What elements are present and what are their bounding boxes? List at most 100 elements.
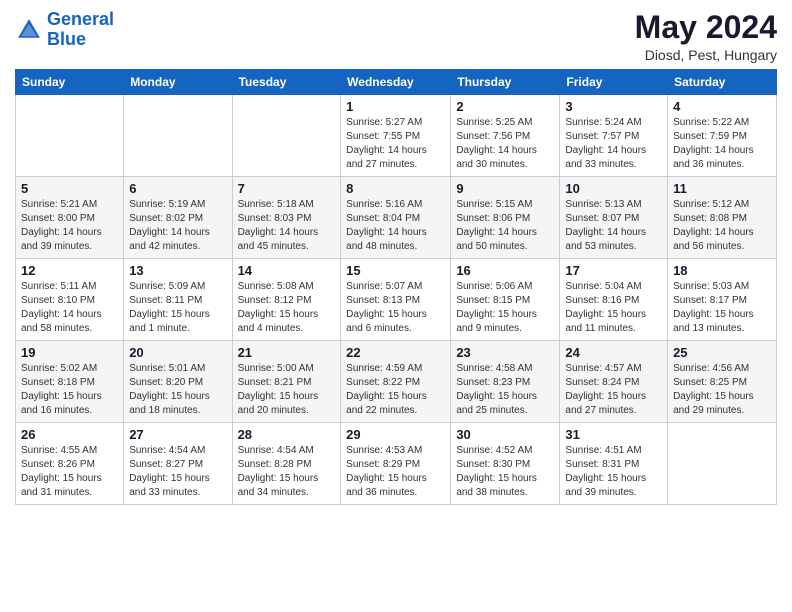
day-info: Sunrise: 5:15 AM Sunset: 8:06 PM Dayligh… <box>456 198 554 254</box>
day-number: 2 <box>456 99 554 114</box>
day-cell: 28 Sunrise: 4:54 AM Sunset: 8:28 PM Dayli… <box>232 423 341 505</box>
day-info: Sunrise: 5:08 AM Sunset: 8:12 PM Dayligh… <box>238 280 336 336</box>
logo-line1: General <box>47 9 114 29</box>
day-cell: 19 Sunrise: 5:02 AM Sunset: 8:18 PM Dayli… <box>16 341 124 423</box>
day-number: 31 <box>565 427 662 442</box>
day-cell: 23 Sunrise: 4:58 AM Sunset: 8:23 PM Dayli… <box>451 341 560 423</box>
day-cell: 29 Sunrise: 4:53 AM Sunset: 8:29 PM Dayli… <box>341 423 451 505</box>
calendar-table: Sunday Monday Tuesday Wednesday Thursday… <box>15 69 777 505</box>
day-info: Sunrise: 4:52 AM Sunset: 8:30 PM Dayligh… <box>456 444 554 500</box>
day-info: Sunrise: 5:16 AM Sunset: 8:04 PM Dayligh… <box>346 198 445 254</box>
day-info: Sunrise: 5:03 AM Sunset: 8:17 PM Dayligh… <box>673 280 771 336</box>
day-number: 10 <box>565 181 662 196</box>
location: Diosd, Pest, Hungary <box>635 47 777 63</box>
col-tuesday: Tuesday <box>232 70 341 95</box>
day-info: Sunrise: 5:00 AM Sunset: 8:21 PM Dayligh… <box>238 362 336 418</box>
day-cell: 21 Sunrise: 5:00 AM Sunset: 8:21 PM Dayli… <box>232 341 341 423</box>
col-thursday: Thursday <box>451 70 560 95</box>
day-number: 27 <box>129 427 226 442</box>
day-number: 12 <box>21 263 118 278</box>
day-number: 28 <box>238 427 336 442</box>
day-number: 26 <box>21 427 118 442</box>
day-cell: 5 Sunrise: 5:21 AM Sunset: 8:00 PM Daylig… <box>16 177 124 259</box>
day-number: 23 <box>456 345 554 360</box>
day-info: Sunrise: 5:01 AM Sunset: 8:20 PM Dayligh… <box>129 362 226 418</box>
day-number: 3 <box>565 99 662 114</box>
logo-line2: Blue <box>47 29 86 49</box>
day-number: 6 <box>129 181 226 196</box>
day-cell: 9Sunrise: 5:15 AM Sunset: 8:06 PM Daylig… <box>451 177 560 259</box>
logo-icon <box>15 16 43 44</box>
day-number: 4 <box>673 99 771 114</box>
day-number: 25 <box>673 345 771 360</box>
day-info: Sunrise: 5:19 AM Sunset: 8:02 PM Dayligh… <box>129 198 226 254</box>
day-number: 11 <box>673 181 771 196</box>
day-number: 14 <box>238 263 336 278</box>
week-row-4: 19 Sunrise: 5:02 AM Sunset: 8:18 PM Dayli… <box>16 341 777 423</box>
day-cell: 24Sunrise: 4:57 AM Sunset: 8:24 PM Dayli… <box>560 341 668 423</box>
day-number: 8 <box>346 181 445 196</box>
day-cell: 18Sunrise: 5:03 AM Sunset: 8:17 PM Dayli… <box>668 259 777 341</box>
day-cell: 2 Sunrise: 5:25 AM Sunset: 7:56 PM Daylig… <box>451 95 560 177</box>
day-info: Sunrise: 5:13 AM Sunset: 8:07 PM Dayligh… <box>565 198 662 254</box>
day-cell <box>668 423 777 505</box>
col-saturday: Saturday <box>668 70 777 95</box>
day-info: Sunrise: 4:59 AM Sunset: 8:22 PM Dayligh… <box>346 362 445 418</box>
day-info: Sunrise: 5:07 AM Sunset: 8:13 PM Dayligh… <box>346 280 445 336</box>
day-number: 21 <box>238 345 336 360</box>
day-cell: 1Sunrise: 5:27 AM Sunset: 7:55 PM Daylig… <box>341 95 451 177</box>
day-cell: 8 Sunrise: 5:16 AM Sunset: 8:04 PM Daylig… <box>341 177 451 259</box>
day-number: 7 <box>238 181 336 196</box>
day-info: Sunrise: 5:09 AM Sunset: 8:11 PM Dayligh… <box>129 280 226 336</box>
day-number: 30 <box>456 427 554 442</box>
col-monday: Monday <box>124 70 232 95</box>
day-info: Sunrise: 5:11 AM Sunset: 8:10 PM Dayligh… <box>21 280 118 336</box>
day-cell <box>124 95 232 177</box>
day-number: 5 <box>21 181 118 196</box>
day-cell: 22Sunrise: 4:59 AM Sunset: 8:22 PM Dayli… <box>341 341 451 423</box>
week-row-3: 12 Sunrise: 5:11 AM Sunset: 8:10 PM Dayli… <box>16 259 777 341</box>
day-number: 13 <box>129 263 226 278</box>
title-block: May 2024 Diosd, Pest, Hungary <box>635 10 777 63</box>
day-info: Sunrise: 5:12 AM Sunset: 8:08 PM Dayligh… <box>673 198 771 254</box>
day-cell: 12 Sunrise: 5:11 AM Sunset: 8:10 PM Dayli… <box>16 259 124 341</box>
day-number: 17 <box>565 263 662 278</box>
day-info: Sunrise: 4:55 AM Sunset: 8:26 PM Dayligh… <box>21 444 118 500</box>
day-cell: 7 Sunrise: 5:18 AM Sunset: 8:03 PM Daylig… <box>232 177 341 259</box>
day-info: Sunrise: 4:54 AM Sunset: 8:28 PM Dayligh… <box>238 444 336 500</box>
day-cell: 25 Sunrise: 4:56 AM Sunset: 8:25 PM Dayli… <box>668 341 777 423</box>
day-info: Sunrise: 4:53 AM Sunset: 8:29 PM Dayligh… <box>346 444 445 500</box>
day-info: Sunrise: 5:24 AM Sunset: 7:57 PM Dayligh… <box>565 116 662 172</box>
day-info: Sunrise: 5:06 AM Sunset: 8:15 PM Dayligh… <box>456 280 554 336</box>
day-info: Sunrise: 4:58 AM Sunset: 8:23 PM Dayligh… <box>456 362 554 418</box>
day-number: 19 <box>21 345 118 360</box>
logo-text: General Blue <box>47 10 114 50</box>
col-friday: Friday <box>560 70 668 95</box>
day-cell: 6 Sunrise: 5:19 AM Sunset: 8:02 PM Daylig… <box>124 177 232 259</box>
day-cell: 10 Sunrise: 5:13 AM Sunset: 8:07 PM Dayli… <box>560 177 668 259</box>
week-row-2: 5 Sunrise: 5:21 AM Sunset: 8:00 PM Daylig… <box>16 177 777 259</box>
week-row-1: 1Sunrise: 5:27 AM Sunset: 7:55 PM Daylig… <box>16 95 777 177</box>
day-info: Sunrise: 4:56 AM Sunset: 8:25 PM Dayligh… <box>673 362 771 418</box>
calendar-body: 1Sunrise: 5:27 AM Sunset: 7:55 PM Daylig… <box>16 95 777 505</box>
day-info: Sunrise: 5:21 AM Sunset: 8:00 PM Dayligh… <box>21 198 118 254</box>
day-info: Sunrise: 5:02 AM Sunset: 8:18 PM Dayligh… <box>21 362 118 418</box>
col-wednesday: Wednesday <box>341 70 451 95</box>
header-row: Sunday Monday Tuesday Wednesday Thursday… <box>16 70 777 95</box>
day-cell: 20 Sunrise: 5:01 AM Sunset: 8:20 PM Dayli… <box>124 341 232 423</box>
day-cell: 16Sunrise: 5:06 AM Sunset: 8:15 PM Dayli… <box>451 259 560 341</box>
day-cell: 4 Sunrise: 5:22 AM Sunset: 7:59 PM Daylig… <box>668 95 777 177</box>
day-number: 20 <box>129 345 226 360</box>
day-cell: 17 Sunrise: 5:04 AM Sunset: 8:16 PM Dayli… <box>560 259 668 341</box>
col-sunday: Sunday <box>16 70 124 95</box>
day-cell: 13 Sunrise: 5:09 AM Sunset: 8:11 PM Dayli… <box>124 259 232 341</box>
day-info: Sunrise: 5:04 AM Sunset: 8:16 PM Dayligh… <box>565 280 662 336</box>
day-cell: 26 Sunrise: 4:55 AM Sunset: 8:26 PM Dayli… <box>16 423 124 505</box>
day-number: 29 <box>346 427 445 442</box>
day-info: Sunrise: 5:18 AM Sunset: 8:03 PM Dayligh… <box>238 198 336 254</box>
day-cell <box>16 95 124 177</box>
month-title: May 2024 <box>635 10 777 45</box>
day-info: Sunrise: 5:25 AM Sunset: 7:56 PM Dayligh… <box>456 116 554 172</box>
day-info: Sunrise: 5:22 AM Sunset: 7:59 PM Dayligh… <box>673 116 771 172</box>
logo: General Blue <box>15 10 114 50</box>
